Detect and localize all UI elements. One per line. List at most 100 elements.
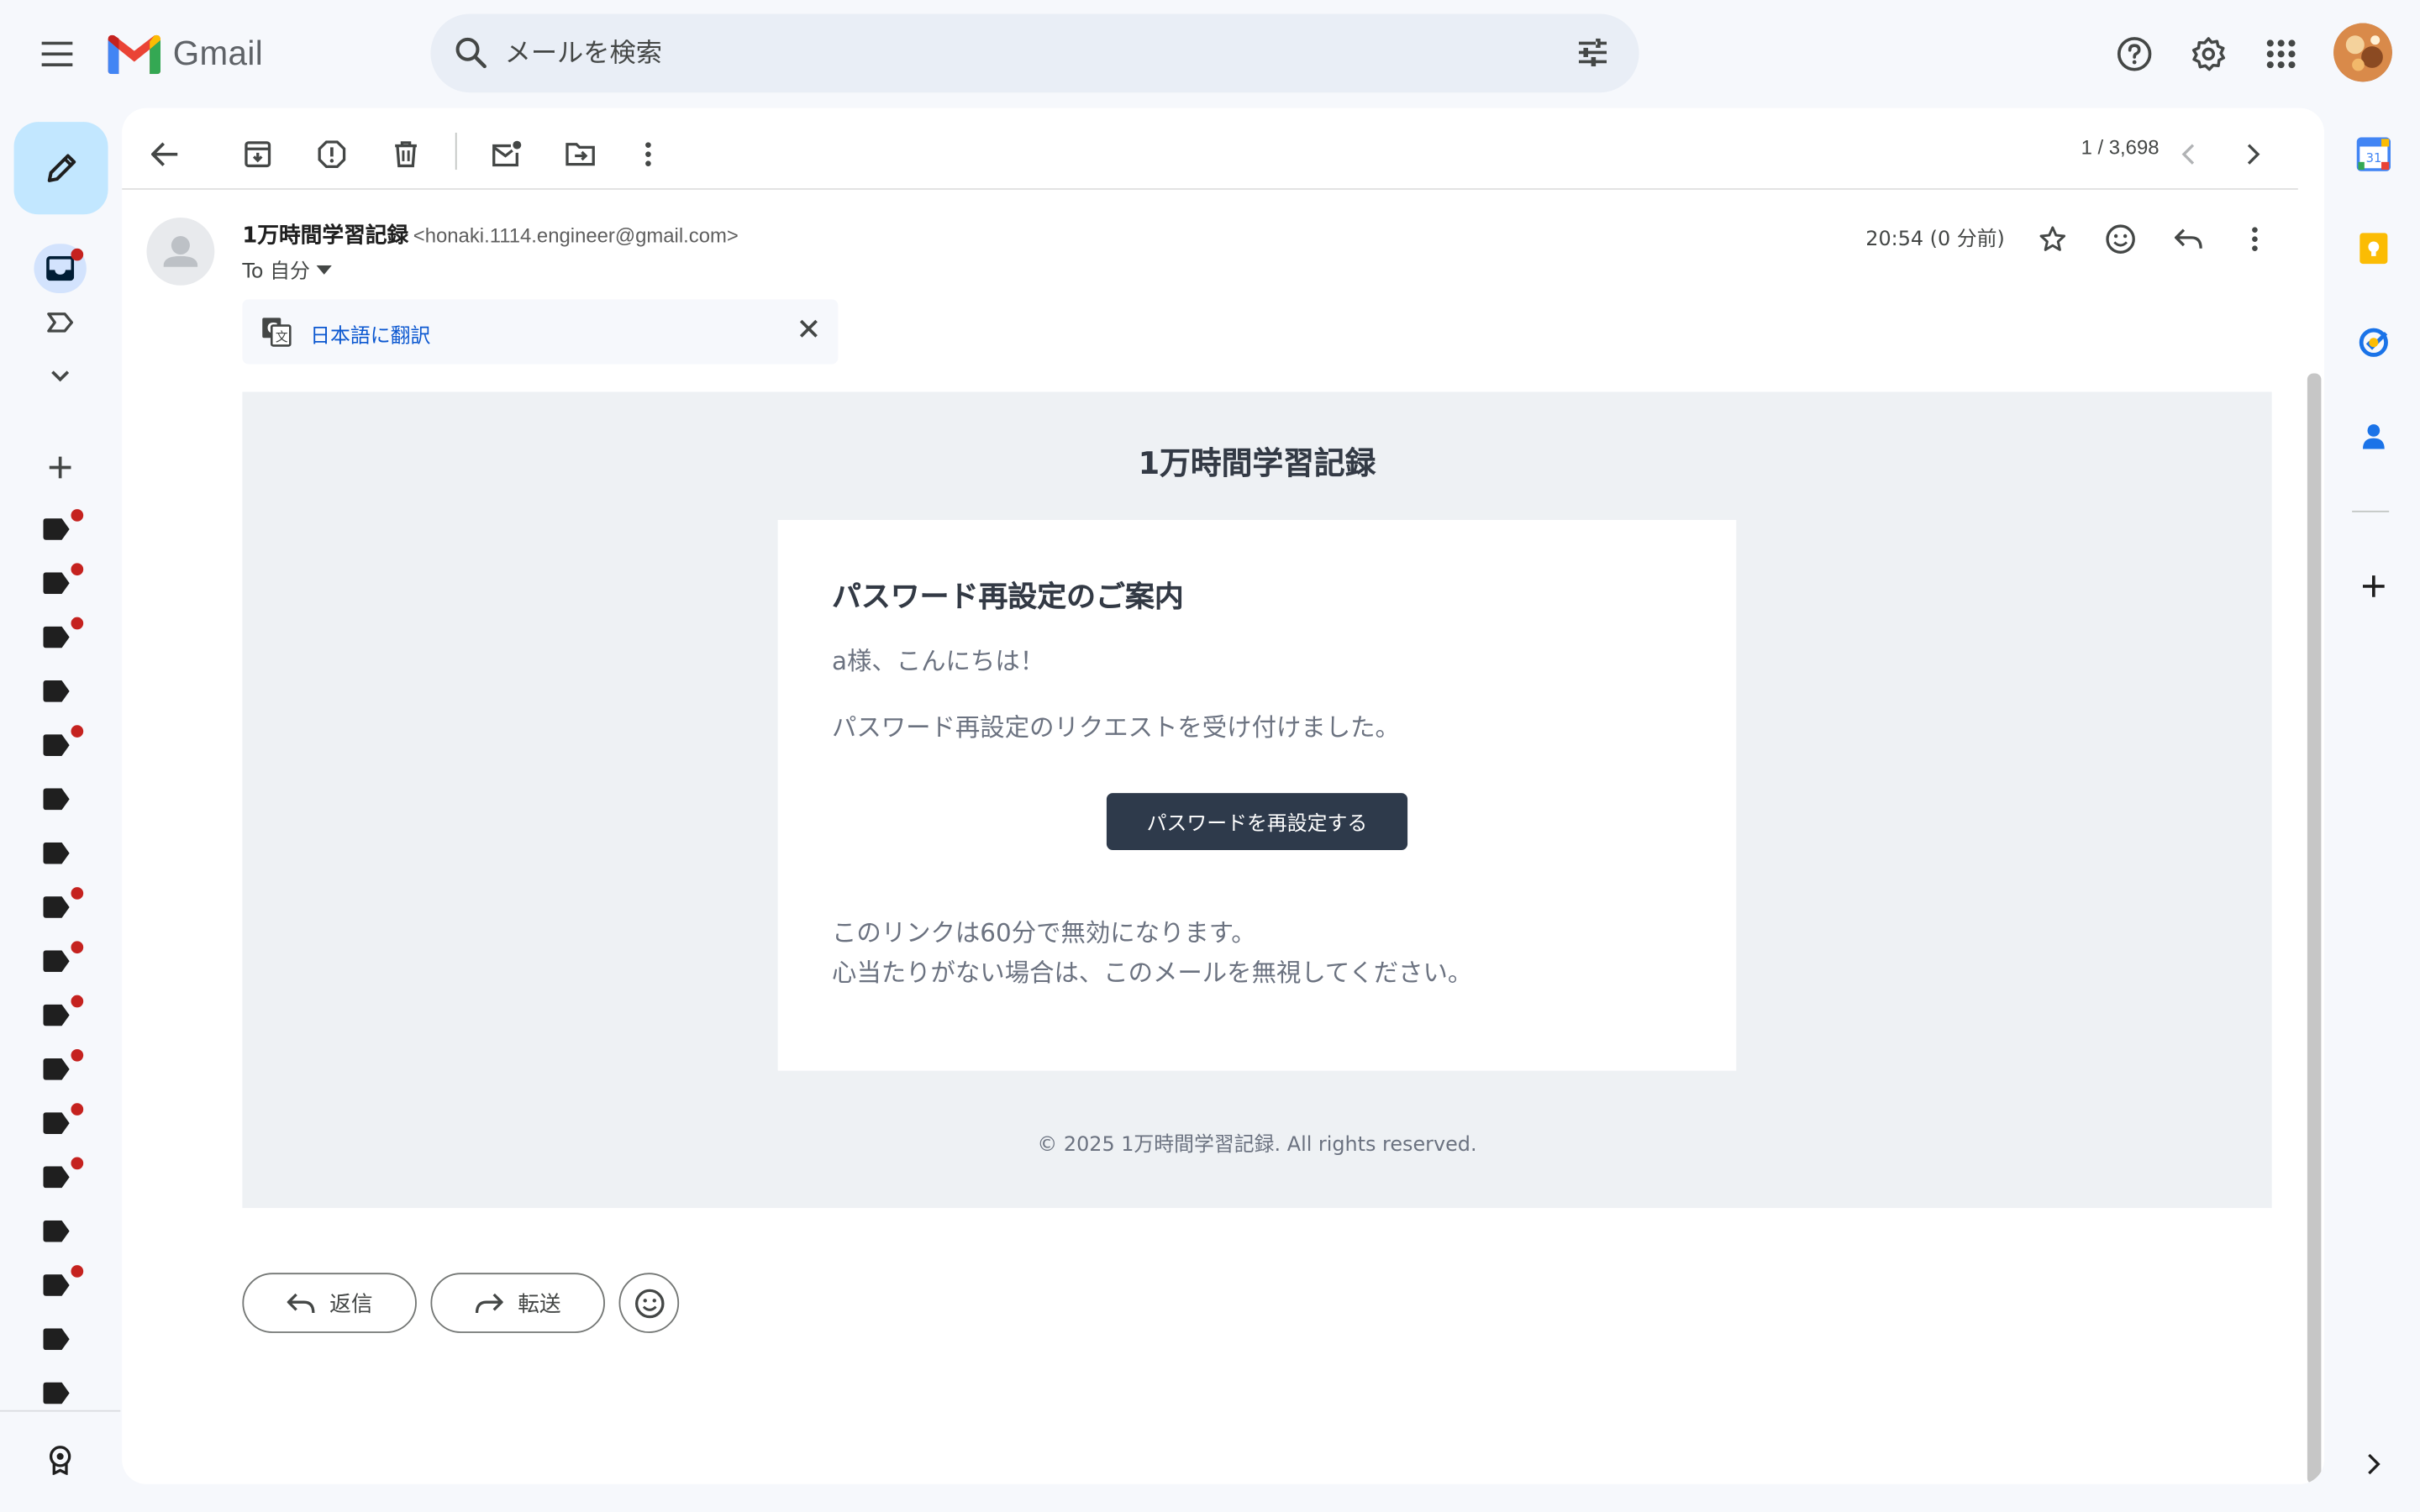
delete-button[interactable] <box>378 127 434 182</box>
more-actions-button[interactable] <box>620 127 676 182</box>
account-avatar[interactable] <box>2333 23 2392 82</box>
calendar-app-button[interactable]: 31 <box>2348 128 2400 180</box>
label-nav-4[interactable] <box>43 680 80 711</box>
label-nav-17[interactable] <box>43 1382 80 1414</box>
reset-password-button[interactable]: パスワードを再設定する <box>1106 793 1408 851</box>
hide-side-panel-button[interactable] <box>2348 1438 2400 1490</box>
label-nav-9[interactable] <box>43 941 84 981</box>
archive-button[interactable] <box>230 127 286 182</box>
contacts-app-button[interactable] <box>2348 411 2400 463</box>
forward-pill-button[interactable]: 転送 <box>430 1273 605 1333</box>
pager-count: 1 / 3,698 <box>2081 135 2160 160</box>
help-button[interactable] <box>2103 24 2165 85</box>
close-icon[interactable] <box>798 318 820 339</box>
spam-icon <box>318 140 346 169</box>
rewards-button[interactable] <box>34 1435 86 1484</box>
side-panel-divider <box>2352 510 2390 512</box>
archive-icon <box>245 141 271 168</box>
label-nav-2[interactable] <box>43 563 84 603</box>
label-icon <box>43 842 70 864</box>
label-nav-12[interactable] <box>43 1103 84 1143</box>
emoji-reaction-button[interactable] <box>618 1273 680 1333</box>
back-button[interactable] <box>137 127 192 182</box>
search-input[interactable] <box>504 13 1508 93</box>
translate-link[interactable]: 日本語に翻訳 <box>310 319 430 349</box>
label-nav-7[interactable] <box>43 842 80 874</box>
trash-icon <box>395 141 417 168</box>
pencil-icon <box>46 154 76 182</box>
emoji-icon <box>2106 224 2135 254</box>
settings-button[interactable] <box>2178 24 2239 85</box>
inbox-nav[interactable] <box>34 244 87 293</box>
create-label-button[interactable] <box>34 443 86 492</box>
mark-unread-button[interactable] <box>478 127 534 182</box>
inbox-icon <box>46 255 75 281</box>
to-label: To 自分 <box>242 260 310 284</box>
scrollbar[interactable] <box>2307 373 2322 1484</box>
label-icon <box>43 1112 70 1134</box>
main-menu-button[interactable] <box>28 24 89 85</box>
gmail-logo[interactable]: Gmail <box>108 28 264 80</box>
chevron-down-icon <box>51 370 70 382</box>
tune-icon[interactable] <box>1574 34 1611 71</box>
award-icon <box>49 1446 71 1475</box>
report-spam-button[interactable] <box>304 127 360 182</box>
label-nav-14[interactable] <box>43 1220 80 1252</box>
important-nav[interactable] <box>34 297 86 347</box>
label-icon <box>43 788 70 811</box>
label-icon <box>43 1274 70 1296</box>
avatar-image-icon <box>2333 23 2392 82</box>
label-nav-8[interactable] <box>43 887 84 927</box>
unread-dot <box>71 509 84 522</box>
recipient-details[interactable]: To 自分 <box>242 255 332 284</box>
search-icon[interactable] <box>452 34 489 71</box>
message-time: 20:54 (0 分前) <box>1865 228 2005 252</box>
move-folder-icon <box>566 143 595 166</box>
label-icon <box>43 518 70 540</box>
compose-button[interactable] <box>13 122 108 215</box>
label-nav-5[interactable] <box>43 725 84 765</box>
unread-dot <box>71 1103 84 1116</box>
gmail-logo-text: Gmail <box>172 34 264 73</box>
label-nav-6[interactable] <box>43 788 80 820</box>
google-apps-button[interactable] <box>2250 24 2312 85</box>
add-reaction-button[interactable] <box>2094 213 2146 265</box>
sender-name[interactable]: 1万時間学習記録 <box>242 223 408 248</box>
get-addons-button[interactable] <box>2348 560 2400 612</box>
label-nav-16[interactable] <box>43 1328 80 1359</box>
newer-button[interactable] <box>2160 127 2216 182</box>
forward-label: 転送 <box>518 1292 561 1317</box>
plus-icon <box>49 456 71 479</box>
reply-button[interactable] <box>2162 213 2214 265</box>
label-icon <box>43 1382 70 1404</box>
unread-dot <box>71 1048 84 1062</box>
label-nav-15[interactable] <box>43 1265 84 1305</box>
more-nav[interactable] <box>34 352 86 402</box>
email-footer: © 2025 1万時間学習記録. All rights reserved. <box>1037 1133 1477 1158</box>
label-nav-10[interactable] <box>43 995 84 1036</box>
star-button[interactable] <box>2027 213 2079 265</box>
label-nav-11[interactable] <box>43 1048 84 1089</box>
older-button[interactable] <box>2226 127 2281 182</box>
keep-app-button[interactable] <box>2348 222 2400 274</box>
label-icon <box>43 1166 70 1189</box>
tasks-app-button[interactable] <box>2348 317 2400 369</box>
menu-icon <box>41 41 73 66</box>
reply-pill-button[interactable]: 返信 <box>242 1273 417 1333</box>
label-nav-3[interactable] <box>43 617 84 658</box>
move-to-button[interactable] <box>553 127 608 182</box>
label-important-icon <box>47 312 74 333</box>
plus-icon <box>2362 575 2385 597</box>
email-greeting: a様、こんにちは！ <box>831 646 1045 676</box>
sender-avatar[interactable] <box>146 217 215 286</box>
label-nav-1[interactable] <box>43 509 84 549</box>
message-more-button[interactable] <box>2228 213 2281 265</box>
unread-dot <box>71 941 84 954</box>
label-icon <box>43 1220 70 1242</box>
label-icon <box>43 1328 70 1351</box>
unread-dot <box>71 995 84 1008</box>
apps-grid-icon <box>2266 39 2296 69</box>
emoji-icon <box>634 1288 664 1318</box>
search-bar[interactable] <box>430 13 1639 93</box>
label-nav-13[interactable] <box>43 1157 84 1198</box>
